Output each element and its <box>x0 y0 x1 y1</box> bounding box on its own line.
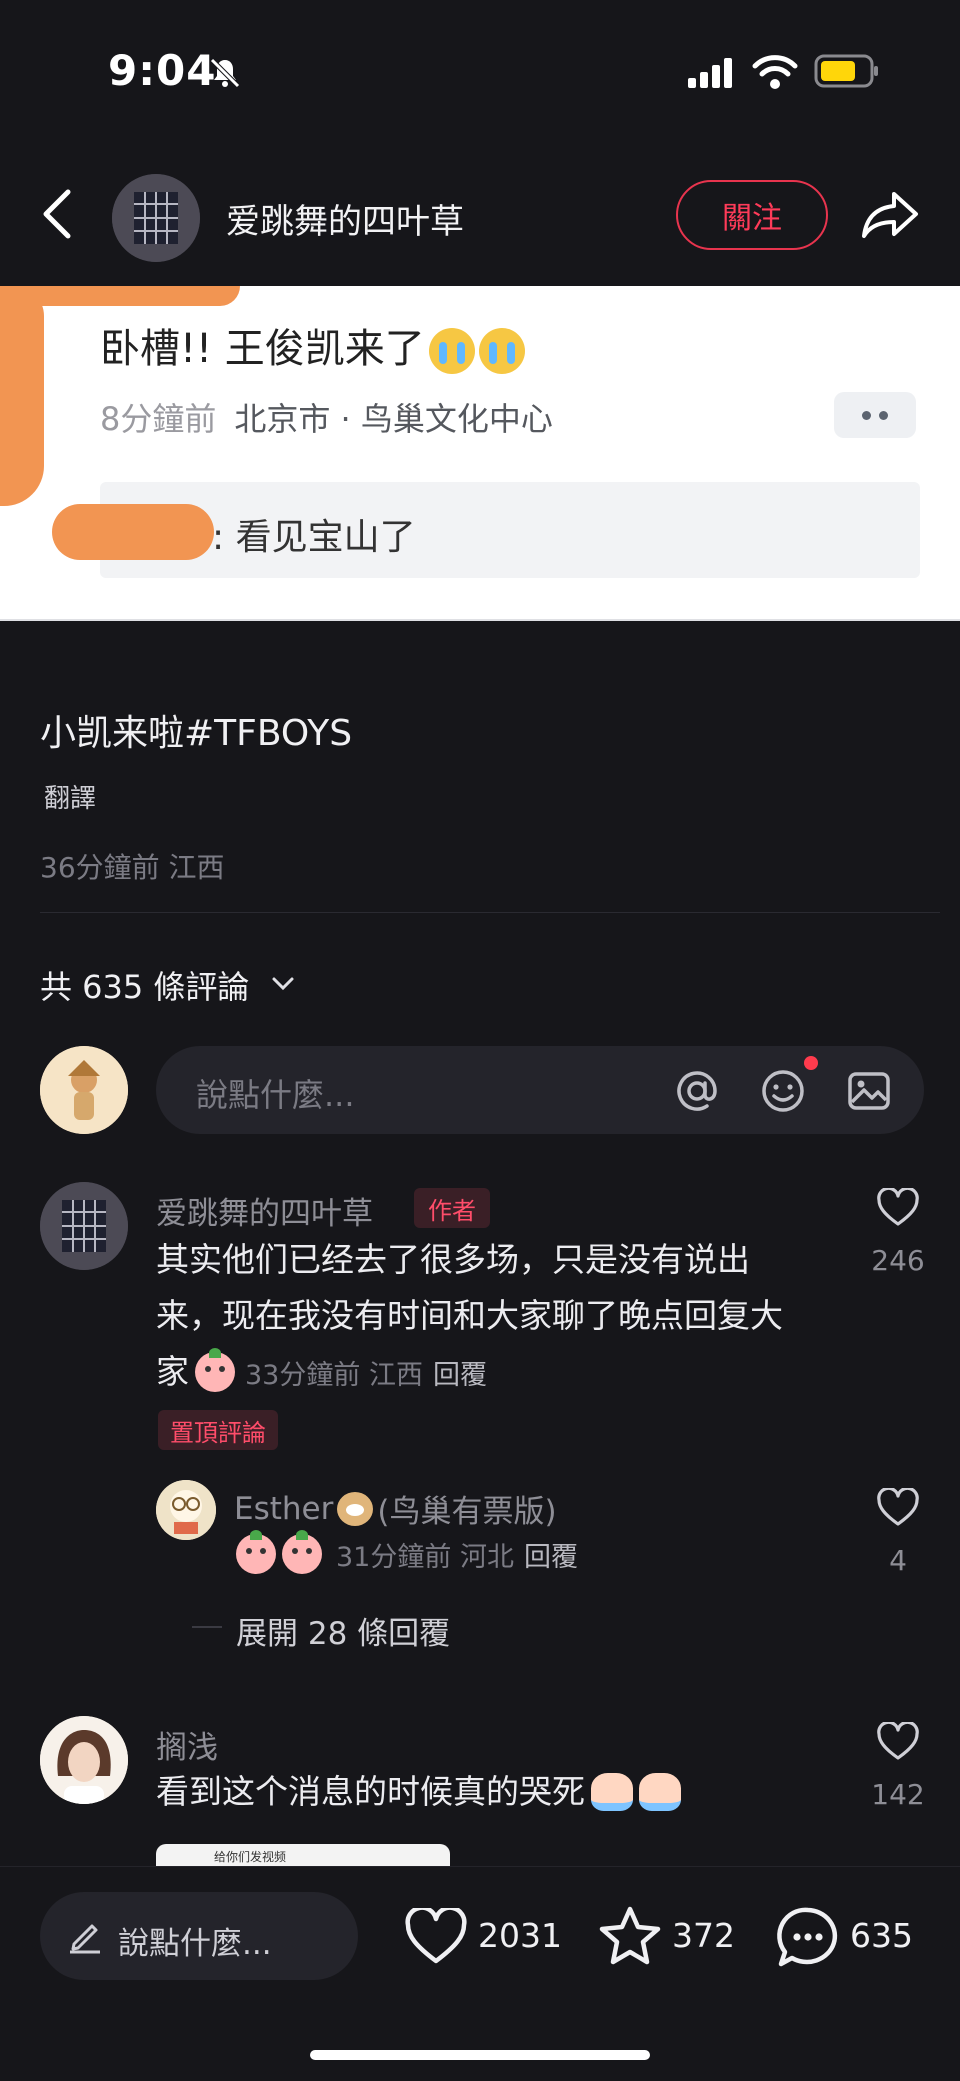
reply-button[interactable]: 回覆 <box>524 1542 578 1573</box>
author-badge: 作者 <box>414 1188 490 1228</box>
mention-icon[interactable] <box>674 1068 720 1114</box>
heart-icon[interactable] <box>876 1488 920 1528</box>
more-icon <box>834 392 916 438</box>
redaction-mark <box>0 286 44 506</box>
battery-icon <box>814 54 878 88</box>
heart-icon[interactable] <box>876 1188 920 1228</box>
divider <box>40 912 940 913</box>
chevron-down-icon[interactable] <box>270 970 296 996</box>
status-time: 9:04 <box>108 46 217 95</box>
like-count: 246 <box>871 1244 925 1277</box>
comment-text: 其实他们已经去了很多场，只是没有说出 来，现在我没有时间和大家聊了晚点回复大 <box>156 1240 783 1335</box>
screenshot-title: 卧槽!! 王俊凯来了 <box>100 316 525 374</box>
sticker-emoji-icon <box>195 1348 235 1392</box>
comment-meta: 33分鐘前 江西 回覆 <box>245 1359 487 1391</box>
bell-muted-icon <box>210 58 240 88</box>
dog-emoji-icon <box>337 1491 374 1526</box>
post-meta: 36分鐘前 江西 <box>40 851 225 884</box>
bottom-input-placeholder: 說點什麼... <box>118 1926 272 1962</box>
comment-author-name[interactable]: 爱跳舞的四叶草 <box>156 1188 373 1233</box>
reply-button[interactable]: 回覆 <box>433 1360 487 1391</box>
back-arrow-icon[interactable] <box>38 186 78 242</box>
notification-dot <box>804 1056 818 1070</box>
signal-icon <box>688 58 732 88</box>
like-count: 2031 <box>478 1916 562 1955</box>
comment-avatar[interactable] <box>40 1716 128 1804</box>
post-image[interactable]: 卧槽!! 王俊凯来了 8分鐘前 北京市 · 鸟巢文化中心 : 看见宝山了 <box>0 286 960 621</box>
comment-count[interactable]: 共 635 條評論 <box>40 962 249 1008</box>
crying-emoji-icon <box>639 1773 681 1811</box>
comment-input-placeholder: 說點什麼... <box>196 1076 355 1114</box>
star-icon[interactable] <box>598 1904 662 1968</box>
pinned-badge: 置頂評論 <box>158 1410 278 1450</box>
like-count: 4 <box>889 1544 907 1577</box>
author-name[interactable]: 爱跳舞的四叶草 <box>226 194 464 243</box>
reply-meta: 31分鐘前 河北 回覆 <box>336 1541 578 1573</box>
emoji-icon[interactable] <box>760 1068 806 1114</box>
redaction-mark <box>52 504 214 560</box>
pencil-icon <box>70 1924 100 1954</box>
comment-avatar[interactable] <box>40 1182 128 1270</box>
share-icon[interactable] <box>860 186 920 242</box>
screenshot-reply-text: : 看见宝山了 <box>212 517 416 558</box>
comment-content: 看到这个消息的时候真的哭死 <box>156 1764 681 1820</box>
comment-author-name[interactable]: 搁浅 <box>156 1722 218 1767</box>
follow-button[interactable]: 關注 <box>676 180 828 250</box>
sticker-emoji-icon <box>282 1530 322 1574</box>
my-avatar <box>40 1046 128 1134</box>
reply-author-name[interactable]: Esther (鸟巢有票版) <box>234 1486 557 1531</box>
image-icon[interactable] <box>846 1068 892 1114</box>
post-text: 小凯来啦#TFBOYS <box>40 713 353 754</box>
like-count: 142 <box>871 1778 925 1811</box>
heart-icon[interactable] <box>876 1722 920 1762</box>
reply-content: 31分鐘前 河北 回覆 <box>236 1530 578 1574</box>
crying-emoji-icon <box>478 328 525 374</box>
comment-icon[interactable] <box>776 1906 840 1968</box>
crying-emoji-icon <box>591 1773 633 1811</box>
author-avatar[interactable] <box>112 174 200 262</box>
reply-avatar[interactable] <box>156 1480 216 1540</box>
redaction-mark <box>0 286 240 306</box>
like-icon[interactable] <box>404 1908 468 1966</box>
comment-text: 看到这个消息的时候真的哭死 <box>156 1772 585 1811</box>
sticker-emoji-icon <box>236 1530 276 1574</box>
comment-count: 635 <box>850 1916 913 1955</box>
crying-emoji-icon <box>428 328 475 374</box>
translate-link[interactable]: 翻譯 <box>44 778 96 815</box>
divider <box>0 619 960 621</box>
divider <box>192 1626 222 1628</box>
comment-text-last-line: 家 33分鐘前 江西 回覆 <box>156 1348 487 1392</box>
home-indicator[interactable] <box>310 2050 650 2060</box>
screenshot-meta: 8分鐘前 北京市 · 鸟巢文化中心 <box>100 400 553 438</box>
star-count: 372 <box>672 1916 735 1955</box>
wifi-icon <box>752 55 798 89</box>
expand-replies-button[interactable]: 展開 28 條回覆 <box>236 1608 450 1653</box>
